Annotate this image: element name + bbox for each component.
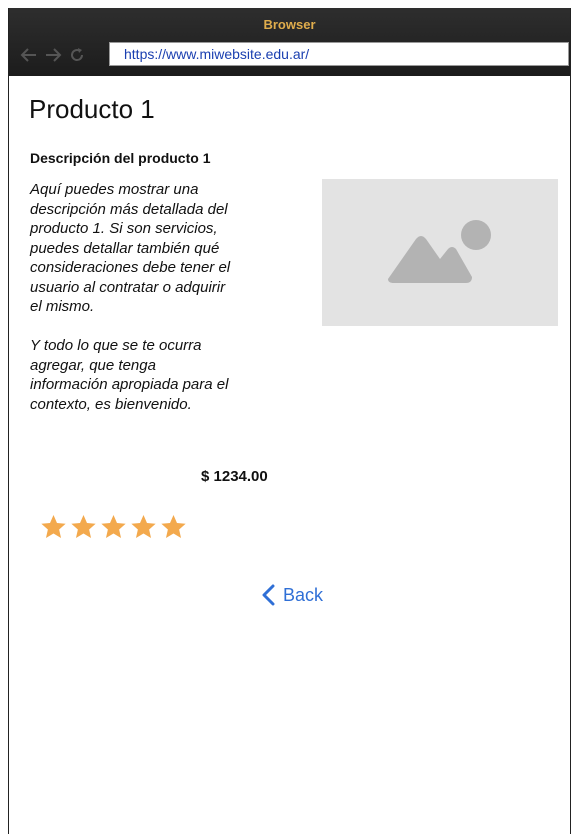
product-description: Aquí puedes mostrar una descripción más … [30, 180, 290, 434]
star-icon[interactable] [100, 514, 127, 540]
browser-chrome: Browser [9, 8, 570, 76]
back-link-label: Back [283, 584, 324, 605]
window-title: Browser [263, 17, 316, 32]
product-image [322, 179, 558, 326]
arrow-left-icon[interactable] [19, 45, 39, 65]
chevron-left-icon [261, 584, 275, 606]
description-paragraph: Y todo lo que se te ocurra agregar, que … [30, 337, 229, 413]
star-icon[interactable] [40, 514, 67, 540]
arrow-right-icon[interactable] [43, 45, 63, 65]
image-placeholder-icon [388, 220, 491, 283]
star-icon[interactable] [160, 514, 187, 540]
browser-window: Browser Producto 1 Descripción del produ… [8, 8, 571, 834]
page-title: Producto 1 [29, 94, 155, 124]
star-icon[interactable] [130, 514, 157, 540]
product-subtitle: Descripción del producto 1 [30, 150, 211, 166]
product-price: $ 1234.00 [201, 468, 268, 485]
address-bar-input[interactable] [109, 42, 569, 66]
star-rating[interactable] [40, 514, 190, 540]
star-icon[interactable] [70, 514, 97, 540]
description-paragraph: Aquí puedes mostrar una descripción más … [30, 181, 231, 315]
back-link[interactable]: Back [261, 584, 323, 606]
reload-icon[interactable] [67, 45, 87, 65]
